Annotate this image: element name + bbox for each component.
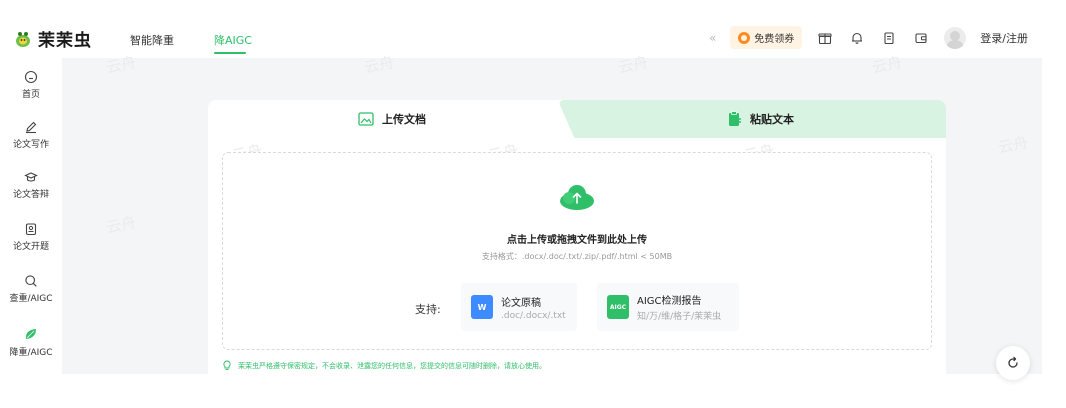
support-card-subtitle: 知/万/维/格子/茉茉虫 [637, 312, 722, 322]
login-register-link[interactable]: 登录/注册 [980, 30, 1028, 46]
coupon-icon [738, 31, 751, 44]
support-card-subtitle: .doc/.docx/.txt [501, 310, 566, 321]
word-doc-icon: W [471, 295, 493, 319]
sidebar-item-proposal[interactable]: 论文开题 [0, 222, 62, 252]
search-icon [25, 275, 37, 287]
nav-smart-rewrite[interactable]: 智能降重 [130, 32, 174, 48]
support-card-aigc-report: AIGC AIGC检测报告 知/万/维/格子/茉茉虫 [597, 283, 739, 331]
watermark: 云舟 [104, 213, 138, 237]
graduation-cap-icon [24, 172, 38, 182]
support-card-original-paper: W 论文原稿 .doc/.docx/.txt [461, 283, 577, 331]
watermark: 云舟 [996, 133, 1030, 157]
support-card-title: AIGC检测报告 [637, 296, 702, 307]
dropzone-title: 点击上传或拖拽文件到此处上传 [507, 235, 647, 246]
app-name: 茉茉虫 [38, 31, 92, 51]
header-actions: « 免费领券 登录/注册 [709, 26, 1028, 49]
bug-logo-icon [16, 31, 30, 47]
tab-bar: 上传文档 粘贴文本 [208, 100, 946, 138]
tab-paste-text[interactable]: 粘贴文本 [728, 100, 794, 138]
sidebar-item-label: 论文写作 [12, 140, 49, 150]
support-card-title: 论文原稿 [501, 297, 541, 309]
sidebar-item-label: 降重/AIGC [9, 348, 53, 358]
sidebar-item-defense[interactable]: 论文答辩 [0, 170, 62, 200]
home-icon [24, 70, 38, 84]
tab-paste-label: 粘贴文本 [750, 113, 794, 126]
document-icon [25, 223, 37, 236]
gift-icon[interactable] [816, 29, 834, 47]
top-header: 茉茉虫 智能降重 降AIGC « 免费领券 登录/注册 [0, 14, 1066, 58]
avatar[interactable] [944, 26, 967, 49]
sidebar-item-label: 首页 [21, 90, 40, 100]
upload-card: 上传文档 粘贴文本 云舟 云舟 云舟 云舟 云舟 云舟 云舟 点击上传或拖拽文件… [208, 100, 946, 374]
tab-upload-document[interactable]: 上传文档 [358, 100, 426, 138]
privacy-notice-text: 茉茉虫严格遵守保密规定，不会收录、泄露您的任何信息，您提交的信息可随时删除，请放… [238, 361, 546, 370]
nav-reduce-aigc[interactable]: 降AIGC [214, 32, 252, 54]
sidebar-item-writing[interactable]: 论文写作 [0, 120, 62, 150]
main-content: 云舟 云舟 云舟 云舟 云舟 云舟 上传文档 粘贴文本 云舟 云舟 云舟 云舟 … [62, 53, 1042, 374]
lightbulb-icon [223, 360, 231, 370]
sidebar-item-home[interactable]: 首页 [0, 70, 62, 100]
sidebar-item-check-aigc[interactable]: 查重/AIGC [0, 274, 62, 304]
sidebar-item-label: 查重/AIGC [9, 294, 53, 304]
sidebar-item-label: 论文答辩 [12, 190, 49, 200]
wallet-icon[interactable] [912, 29, 930, 47]
top-nav: 智能降重 降AIGC [130, 32, 252, 54]
chevron-double-left-icon[interactable]: « [709, 31, 716, 45]
image-upload-icon [358, 112, 374, 126]
leaf-icon [25, 329, 36, 339]
coupon-label: 免费领券 [754, 34, 795, 45]
tab-upload-label: 上传文档 [382, 113, 426, 126]
bell-icon[interactable] [848, 29, 866, 47]
cloud-upload-icon [560, 185, 594, 210]
refresh-icon [1008, 356, 1018, 368]
clipboard-icon[interactable] [880, 29, 898, 47]
pen-icon [26, 121, 37, 134]
refresh-button[interactable] [996, 346, 1030, 380]
sidebar: 首页 论文写作 论文答辩 论文开题 查重/AIGC 降重/AIGC [0, 58, 62, 374]
privacy-notice: 茉茉虫严格遵守保密规定，不会收录、泄露您的任何信息，您提交的信息可随时删除，请放… [222, 360, 546, 371]
aigc-report-icon: AIGC [607, 295, 629, 319]
paste-document-icon [729, 111, 741, 126]
free-coupon-button[interactable]: 免费领券 [730, 26, 803, 49]
support-label: 支持: [415, 303, 441, 316]
upload-dropzone[interactable]: 点击上传或拖拽文件到此处上传 支持格式：.docx/.doc/.txt/.zip… [222, 152, 932, 350]
supported-formats-text: 支持格式：.docx/.doc/.txt/.zip/.pdf/.html < 5… [481, 252, 673, 261]
sidebar-item-reduce-aigc[interactable]: 降重/AIGC [0, 326, 62, 358]
logo[interactable]: 茉茉虫 [14, 26, 92, 51]
sidebar-item-label: 论文开题 [12, 242, 49, 252]
